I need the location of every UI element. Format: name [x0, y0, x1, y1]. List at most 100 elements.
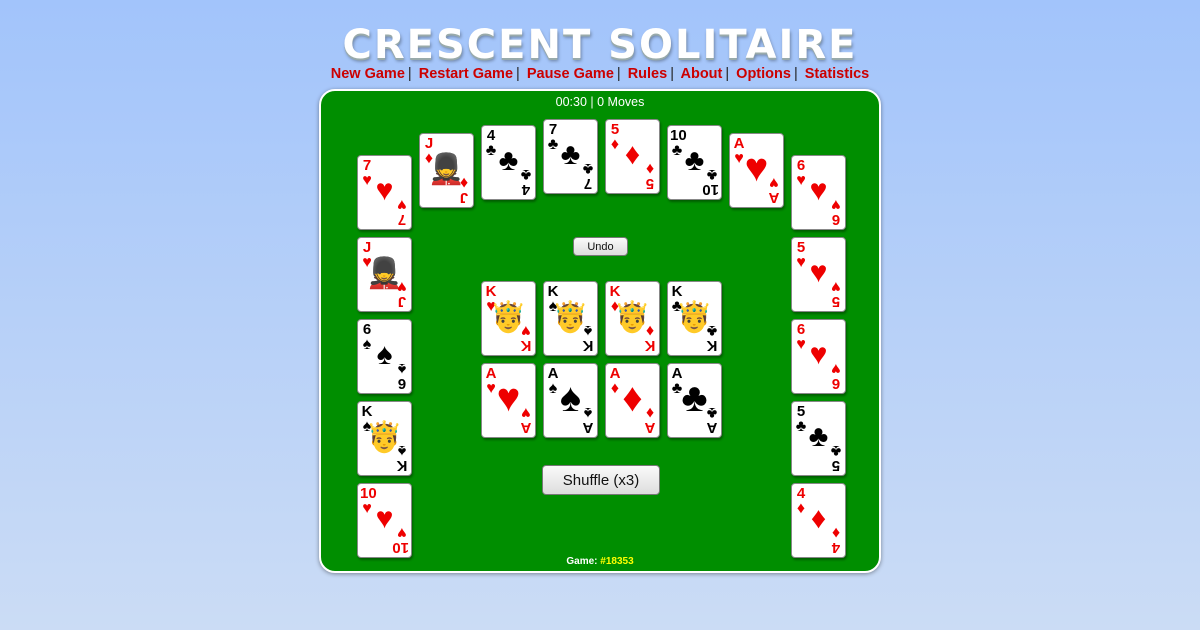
game-number-label: Game: — [566, 556, 598, 567]
card-suit: ♥ — [521, 322, 531, 339]
undo-button[interactable]: Undo — [573, 237, 628, 256]
separator: | — [407, 66, 412, 82]
game-board: 00:30 | 0 Moves Undo Shuffle (x3) Game: … — [319, 89, 881, 573]
foundation-king-card[interactable]: K ♠ 🤴 K ♠ — [543, 281, 598, 356]
card-rank: 6 — [831, 375, 841, 392]
card-rank: A — [768, 189, 780, 206]
status-bar: 00:30 | 0 Moves — [555, 95, 645, 109]
menu-about[interactable]: About — [680, 66, 722, 82]
card-rank: K — [706, 337, 718, 354]
card-rank: K — [520, 337, 532, 354]
foundation-king-card[interactable]: K ♥ 🤴 K ♥ — [481, 281, 536, 356]
card-suit: ♥ — [397, 278, 407, 295]
crescent-card[interactable]: K ♠ 🤴 K ♠ — [357, 401, 412, 476]
crescent-card[interactable]: 6 ♥ ♥ 6 ♥ — [791, 319, 846, 394]
crescent-card[interactable]: 7 ♣ ♣ 7 ♣ — [543, 119, 598, 194]
foundation-king-card[interactable]: K ♣ 🤴 K ♣ — [667, 281, 722, 356]
game-title-logo: CRESCENT SOLITAIRE — [342, 22, 858, 68]
card-corner: 7 ♣ — [581, 160, 595, 192]
separator: | — [725, 66, 730, 82]
card-corner: 10 ♣ — [702, 166, 719, 198]
separator: | — [793, 66, 798, 82]
shuffle-button[interactable]: Shuffle (x3) — [542, 465, 660, 495]
foundation-ace-card[interactable]: A ♠ ♠ A ♠ — [543, 363, 598, 438]
card-rank: 5 — [831, 457, 841, 474]
crescent-card[interactable]: 5 ♥ ♥ 5 ♥ — [791, 237, 846, 312]
card-corner: J ♦ — [457, 174, 471, 206]
card-suit: ♠ — [583, 322, 593, 339]
menu-new-game[interactable]: New Game — [331, 66, 405, 82]
crescent-card[interactable]: 4 ♣ ♣ 4 ♣ — [481, 125, 536, 200]
card-corner: A ♣ — [705, 404, 719, 436]
foundation-ace-card[interactable]: A ♦ ♦ A ♦ — [605, 363, 660, 438]
crescent-card[interactable]: 7 ♥ ♥ 7 ♥ — [357, 155, 412, 230]
card-corner: K ♠ — [581, 322, 595, 354]
card-suit: ♠ — [397, 442, 407, 459]
separator: | — [616, 66, 621, 82]
crescent-card[interactable]: J ♦ 💂 J ♦ — [419, 133, 474, 208]
card-rank: A — [706, 419, 718, 436]
move-count: 0 Moves — [597, 95, 645, 109]
card-corner: A ♥ — [767, 174, 781, 206]
card-suit: ♦ — [645, 160, 655, 177]
card-corner: K ♠ — [395, 442, 409, 474]
card-rank: 6 — [397, 375, 407, 392]
foundation-ace-card[interactable]: A ♣ ♣ A ♣ — [667, 363, 722, 438]
card-suit: ♥ — [831, 360, 841, 377]
card-rank: 7 — [397, 211, 407, 228]
card-corner: J ♥ — [395, 278, 409, 310]
card-corner: A ♠ — [581, 404, 595, 436]
card-corner: 5 ♣ — [829, 442, 843, 474]
game-number-value: #18353 — [600, 556, 634, 567]
card-rank: 10 — [702, 181, 719, 198]
crescent-card[interactable]: 4 ♦ ♦ 4 ♦ — [791, 483, 846, 558]
crescent-card[interactable]: 5 ♦ ♦ 5 ♦ — [605, 119, 660, 194]
card-corner: 6 ♥ — [829, 360, 843, 392]
card-rank: 5 — [645, 175, 655, 192]
card-corner: 7 ♥ — [395, 196, 409, 228]
crescent-card[interactable]: A ♥ ♥ A ♥ — [729, 133, 784, 208]
card-rank: K — [396, 457, 408, 474]
card-suit: ♦ — [831, 524, 841, 541]
card-suit: ♣ — [520, 166, 532, 183]
separator: | — [516, 66, 520, 82]
card-suit: ♣ — [706, 322, 718, 339]
menu-options[interactable]: Options — [736, 66, 791, 82]
crescent-card[interactable]: 6 ♥ ♥ 6 ♥ — [791, 155, 846, 230]
card-suit: ♥ — [397, 524, 407, 541]
card-suit: ♥ — [831, 278, 841, 295]
card-corner: A ♦ — [643, 404, 657, 436]
card-corner: K ♥ — [519, 322, 533, 354]
crescent-card[interactable]: J ♥ 💂 J ♥ — [357, 237, 412, 312]
card-rank: 4 — [521, 181, 531, 198]
card-rank: A — [644, 419, 656, 436]
card-corner: 6 ♥ — [829, 196, 843, 228]
card-rank: J — [397, 293, 407, 310]
card-suit: ♥ — [769, 174, 779, 191]
menu-rules[interactable]: Rules — [628, 66, 668, 82]
crescent-card[interactable]: 5 ♣ ♣ 5 ♣ — [791, 401, 846, 476]
card-rank: 4 — [831, 539, 841, 556]
card-suit: ♥ — [521, 404, 531, 421]
foundation-king-card[interactable]: K ♦ 🤴 K ♦ — [605, 281, 660, 356]
card-suit: ♥ — [397, 196, 407, 213]
card-suit: ♣ — [706, 404, 718, 421]
crescent-card[interactable]: 6 ♠ ♠ 6 ♠ — [357, 319, 412, 394]
card-corner: A ♥ — [519, 404, 533, 436]
menu-pause-game[interactable]: Pause Game — [527, 66, 614, 82]
card-corner: 6 ♠ — [395, 360, 409, 392]
crescent-card[interactable]: 10 ♥ ♥ 10 ♥ — [357, 483, 412, 558]
card-rank: 7 — [583, 175, 593, 192]
card-suit: ♣ — [582, 160, 594, 177]
card-suit: ♦ — [645, 322, 655, 339]
card-corner: 4 ♣ — [519, 166, 533, 198]
card-suit: ♥ — [831, 196, 841, 213]
card-suit: ♣ — [706, 166, 718, 183]
card-rank: J — [459, 189, 469, 206]
foundation-ace-card[interactable]: A ♥ ♥ A ♥ — [481, 363, 536, 438]
card-corner: 5 ♥ — [829, 278, 843, 310]
card-suit: ♠ — [583, 404, 593, 421]
crescent-card[interactable]: 10 ♣ ♣ 10 ♣ — [667, 125, 722, 200]
menu-restart-game[interactable]: Restart Game — [419, 66, 513, 82]
menu-statistics[interactable]: Statistics — [805, 66, 869, 82]
